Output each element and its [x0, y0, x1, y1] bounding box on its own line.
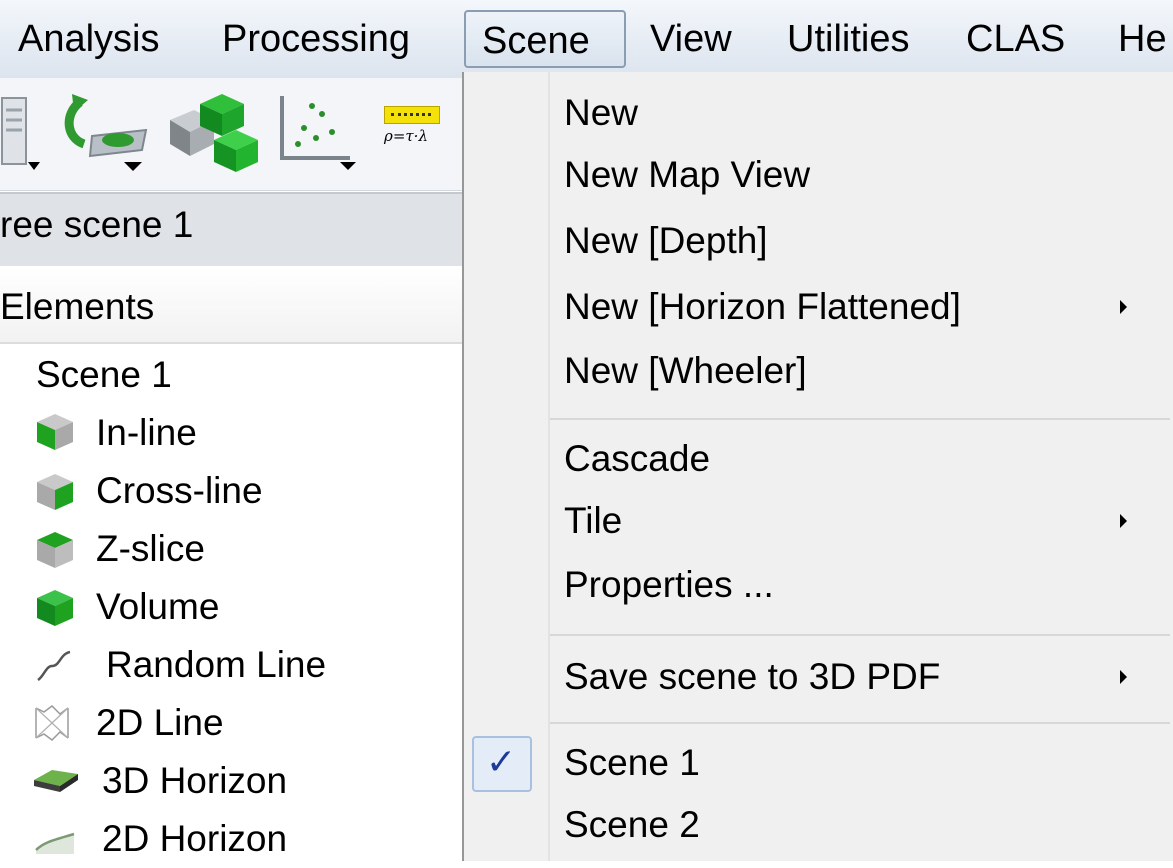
tree-item-volume[interactable]: Volume	[30, 578, 450, 636]
formula-icon[interactable]: ρ=τ·λ	[384, 106, 444, 166]
menu-processing[interactable]: Processing	[222, 10, 410, 68]
elements-header[interactable]: Elements	[0, 266, 462, 344]
submenu-arrow-icon	[1120, 300, 1127, 314]
check-mark-box: ✓	[472, 736, 532, 792]
menu-item-new-horizon-flattened[interactable]: New [Horizon Flattened]	[564, 278, 961, 336]
tree-root-scene[interactable]: Scene 1	[36, 346, 172, 404]
2d-horizon-icon	[35, 832, 75, 854]
tree-item-label: In-line	[96, 412, 197, 453]
menu-scene[interactable]: Scene	[464, 10, 626, 68]
3d-horizon-icon	[34, 770, 78, 792]
menu-view[interactable]: View	[650, 10, 732, 68]
menu-utilities[interactable]: Utilities	[787, 10, 909, 68]
menu-item-scene-1[interactable]: Scene 1	[564, 734, 700, 792]
tree-item-label: 2D Line	[96, 702, 224, 743]
toolbar: ρ=τ·λ	[0, 78, 462, 191]
formula-swatch	[384, 106, 440, 124]
menu-help[interactable]: He	[1118, 10, 1167, 68]
menu-bar: Analysis Processing Scene View Utilities…	[0, 0, 1173, 79]
tree-item-inline[interactable]: In-line	[30, 404, 450, 462]
2d-line-icon	[35, 705, 69, 741]
menu-item-new-map-view[interactable]: New Map View	[564, 146, 810, 204]
3d-blocks-icon[interactable]	[164, 90, 260, 174]
menu-clas[interactable]: CLAS	[966, 10, 1065, 68]
menu-separator	[550, 722, 1170, 724]
menu-item-properties[interactable]: Properties ...	[564, 556, 774, 614]
menu-separator	[550, 418, 1170, 420]
scene-tab[interactable]: ree scene 1	[0, 192, 462, 268]
tree-item-random-line[interactable]: Random Line	[30, 636, 450, 694]
check-mark-icon: ✓	[486, 742, 517, 783]
menu-item-new-depth[interactable]: New [Depth]	[564, 212, 768, 270]
menu-item-tile[interactable]: Tile	[564, 492, 622, 550]
menu-item-save-3d-pdf[interactable]: Save scene to 3D PDF	[564, 648, 940, 706]
scene-menu-dropdown: New New Map View New [Depth] New [Horizo…	[462, 72, 1173, 861]
scene-tab-label: ree scene 1	[0, 204, 194, 245]
volume-cube-icon	[37, 590, 73, 626]
menu-item-new-wheeler[interactable]: New [Wheeler]	[564, 342, 807, 400]
menu-separator	[550, 634, 1170, 636]
random-line-icon	[37, 650, 71, 682]
elements-tree: Scene 1 In-line Cross-line Z-slice Volum…	[0, 344, 462, 861]
submenu-arrow-icon	[1120, 514, 1127, 528]
menu-gutter-divider	[548, 72, 550, 861]
tree-item-2d-line[interactable]: 2D Line	[30, 694, 450, 752]
zslice-cube-icon	[37, 532, 73, 568]
elements-header-label: Elements	[0, 286, 155, 327]
tree-item-label: Cross-line	[96, 470, 263, 511]
scatter-plot-icon[interactable]	[276, 92, 360, 176]
menu-analysis[interactable]: Analysis	[18, 10, 160, 68]
tree-item-3d-horizon[interactable]: 3D Horizon	[30, 752, 450, 810]
tree-item-2d-horizon[interactable]: 2D Horizon	[30, 810, 450, 868]
menu-item-new[interactable]: New	[564, 84, 638, 142]
tree-root-label: Scene 1	[36, 354, 172, 395]
tree-item-label: Random Line	[106, 644, 327, 685]
crossline-cube-icon	[37, 474, 73, 510]
formula-text: ρ=τ·λ	[384, 127, 428, 145]
menu-item-cascade[interactable]: Cascade	[564, 430, 710, 488]
tree-item-label: Volume	[96, 586, 220, 627]
export-icon[interactable]	[62, 92, 154, 176]
tree-item-crossline[interactable]: Cross-line	[30, 462, 450, 520]
submenu-arrow-icon	[1120, 670, 1127, 684]
tree-item-label: Z-slice	[96, 528, 205, 569]
panel-icon[interactable]	[0, 94, 42, 174]
tree-item-label: 2D Horizon	[102, 818, 288, 859]
inline-cube-icon	[37, 414, 73, 450]
menu-item-scene-2[interactable]: Scene 2	[564, 796, 700, 854]
tree-item-zslice[interactable]: Z-slice	[30, 520, 450, 578]
tree-item-label: 3D Horizon	[102, 760, 288, 801]
